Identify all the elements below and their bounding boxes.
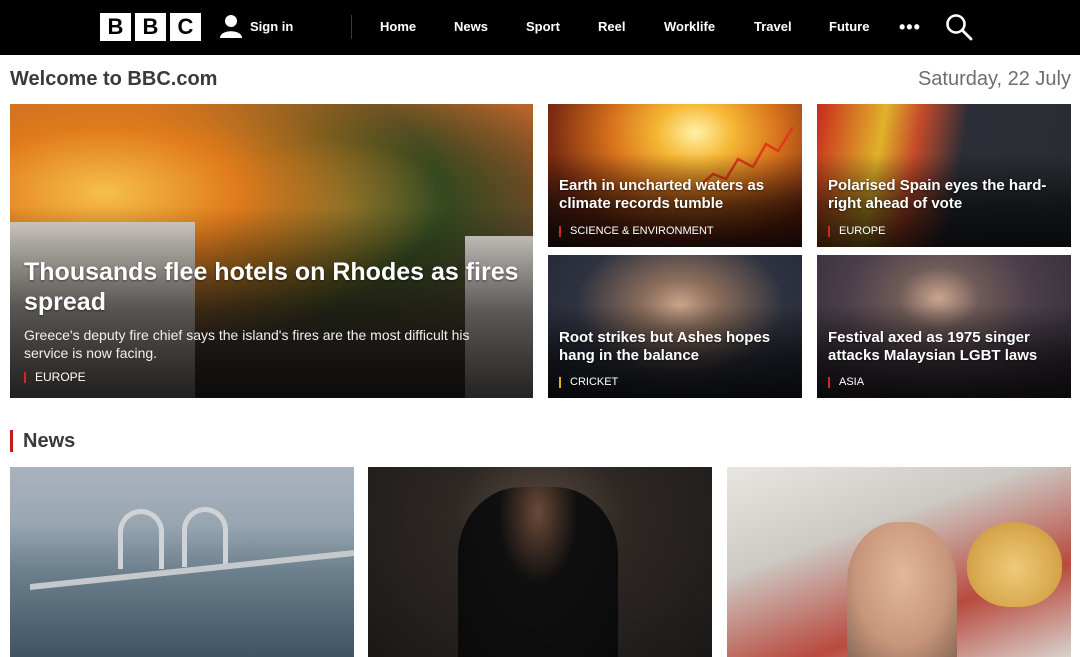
news-section-title[interactable]: News bbox=[10, 430, 75, 452]
hero-summary: Greece's deputy fire chief says the isla… bbox=[24, 327, 470, 362]
bbc-logo[interactable]: B B C bbox=[100, 13, 201, 41]
nav-reel[interactable]: Reel bbox=[598, 19, 625, 34]
story-card-climate[interactable]: Earth in uncharted waters as climate rec… bbox=[548, 104, 802, 247]
search-icon bbox=[945, 14, 973, 45]
story-tag[interactable]: CRICKET bbox=[559, 377, 618, 388]
story-tag[interactable]: ASIA bbox=[828, 377, 864, 388]
hero-headline[interactable]: Thousands flee hotels on Rhodes as fires… bbox=[24, 257, 524, 317]
search-button[interactable] bbox=[945, 13, 973, 46]
page-title: Welcome to BBC.com bbox=[10, 68, 218, 90]
story-headline[interactable]: Festival axed as 1975 singer attacks Mal… bbox=[828, 329, 1064, 365]
story-card-spain[interactable]: Polarised Spain eyes the hard-right ahea… bbox=[817, 104, 1071, 247]
story-headline[interactable]: Root strikes but Ashes hopes hang in the… bbox=[559, 329, 795, 365]
story-headline[interactable]: Earth in uncharted waters as climate rec… bbox=[559, 177, 795, 213]
nav-worklife[interactable]: Worklife bbox=[664, 19, 715, 34]
nav-home[interactable]: Home bbox=[380, 19, 416, 34]
story-headline[interactable]: Polarised Spain eyes the hard-right ahea… bbox=[828, 177, 1064, 213]
user-icon bbox=[220, 14, 242, 38]
story-tag[interactable]: EUROPE bbox=[828, 226, 885, 237]
sign-in-label: Sign in bbox=[250, 18, 294, 34]
hero-tag[interactable]: EUROPE bbox=[24, 371, 86, 383]
nav-future[interactable]: Future bbox=[829, 19, 869, 34]
story-card-cricket[interactable]: Root strikes but Ashes hopes hang in the… bbox=[548, 255, 802, 398]
story-card-festival[interactable]: Festival axed as 1975 singer attacks Mal… bbox=[817, 255, 1071, 398]
news-image-portrait[interactable] bbox=[368, 467, 712, 657]
nav-divider bbox=[351, 15, 352, 39]
news-image-bridge[interactable] bbox=[10, 467, 354, 657]
current-date: Saturday, 22 July bbox=[917, 68, 1071, 90]
logo-letter-c: C bbox=[170, 13, 201, 41]
top-navigation-bar: B B C Sign in Home News Sport Reel Workl… bbox=[0, 0, 1080, 55]
logo-letter-b2: B bbox=[135, 13, 166, 41]
more-menu-button[interactable]: ••• bbox=[899, 18, 921, 36]
news-image-heatwave[interactable] bbox=[727, 467, 1071, 657]
story-tag[interactable]: SCIENCE & ENVIRONMENT bbox=[559, 226, 714, 237]
hero-story-card[interactable]: Thousands flee hotels on Rhodes as fires… bbox=[10, 104, 533, 398]
sign-in-button[interactable]: Sign in bbox=[220, 14, 293, 38]
nav-sport[interactable]: Sport bbox=[526, 19, 560, 34]
nav-news[interactable]: News bbox=[454, 19, 488, 34]
logo-letter-b1: B bbox=[100, 13, 131, 41]
nav-travel[interactable]: Travel bbox=[754, 19, 792, 34]
